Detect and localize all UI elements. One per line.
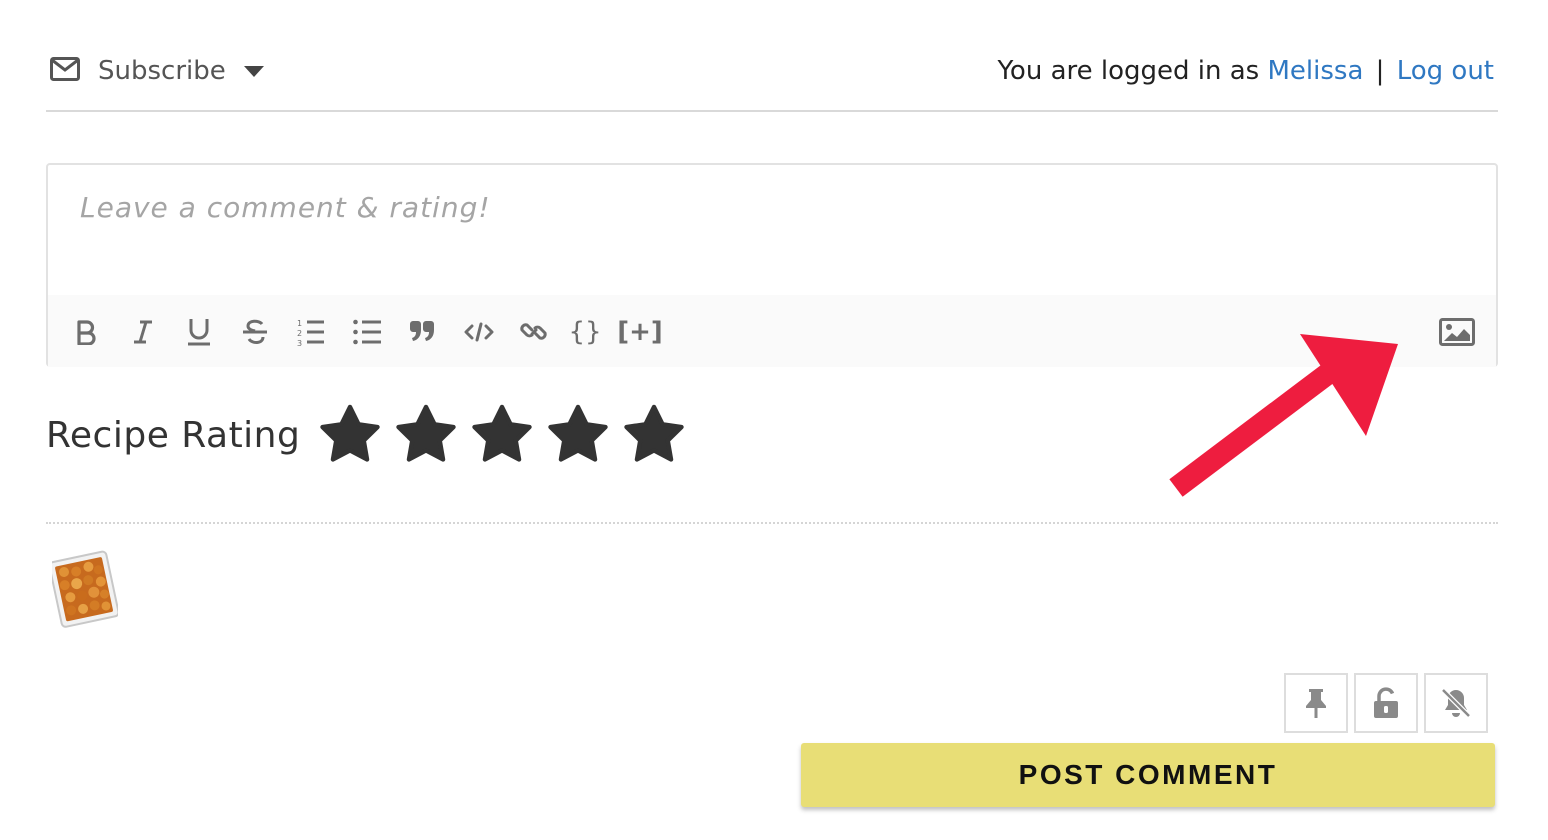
comment-header: Subscribe You are logged in as Melissa |… — [46, 40, 1498, 112]
recipe-rating-label: Recipe Rating — [46, 414, 301, 456]
ordered-list-icon[interactable]: 123 — [295, 317, 327, 347]
username-link[interactable]: Melissa — [1268, 56, 1364, 86]
caret-down-icon — [243, 65, 264, 77]
svg-text:2: 2 — [297, 329, 302, 338]
star-3-icon[interactable] — [468, 402, 536, 468]
italic-icon[interactable] — [130, 317, 156, 347]
section-divider — [46, 522, 1498, 524]
login-prefix: You are logged in as — [997, 56, 1260, 86]
svg-text:1: 1 — [297, 319, 302, 328]
star-rating — [316, 402, 696, 468]
login-status: You are logged in as Melissa | Log out — [997, 56, 1494, 86]
blockquote-icon[interactable] — [408, 317, 436, 347]
post-comment-button[interactable]: POST COMMENT — [801, 743, 1495, 807]
star-4-icon[interactable] — [544, 402, 612, 468]
subscribe-label: Subscribe — [98, 56, 226, 86]
pin-icon[interactable] — [1284, 673, 1348, 733]
strikethrough-icon[interactable] — [240, 317, 270, 347]
code-icon[interactable] — [463, 317, 495, 347]
unlock-icon[interactable] — [1354, 673, 1418, 733]
star-1-icon[interactable] — [316, 402, 384, 468]
svg-text:3: 3 — [297, 339, 302, 347]
casserole-thumbnail-image[interactable] — [48, 546, 120, 632]
spoiler-icon[interactable]: [+] — [617, 317, 663, 347]
link-icon[interactable] — [518, 317, 550, 347]
login-separator: | — [1375, 56, 1385, 86]
underline-icon[interactable] — [185, 317, 213, 347]
editor-toolbar: 123 {} [+] — [48, 295, 1496, 367]
bell-slash-icon[interactable] — [1424, 673, 1488, 733]
star-5-icon[interactable] — [620, 402, 688, 468]
comment-editor: 123 {} [+] — [46, 163, 1498, 367]
comment-input[interactable] — [48, 165, 1496, 295]
recipe-rating: Recipe Rating — [46, 402, 696, 468]
code-block-icon[interactable]: {} — [568, 317, 601, 347]
subscribe-dropdown[interactable]: Subscribe — [50, 56, 264, 86]
image-upload-icon[interactable] — [1438, 317, 1476, 347]
unordered-list-icon[interactable] — [351, 317, 383, 347]
star-2-icon[interactable] — [392, 402, 460, 468]
logout-link[interactable]: Log out — [1397, 56, 1494, 86]
envelope-icon — [50, 57, 80, 85]
bold-icon[interactable] — [74, 317, 98, 347]
